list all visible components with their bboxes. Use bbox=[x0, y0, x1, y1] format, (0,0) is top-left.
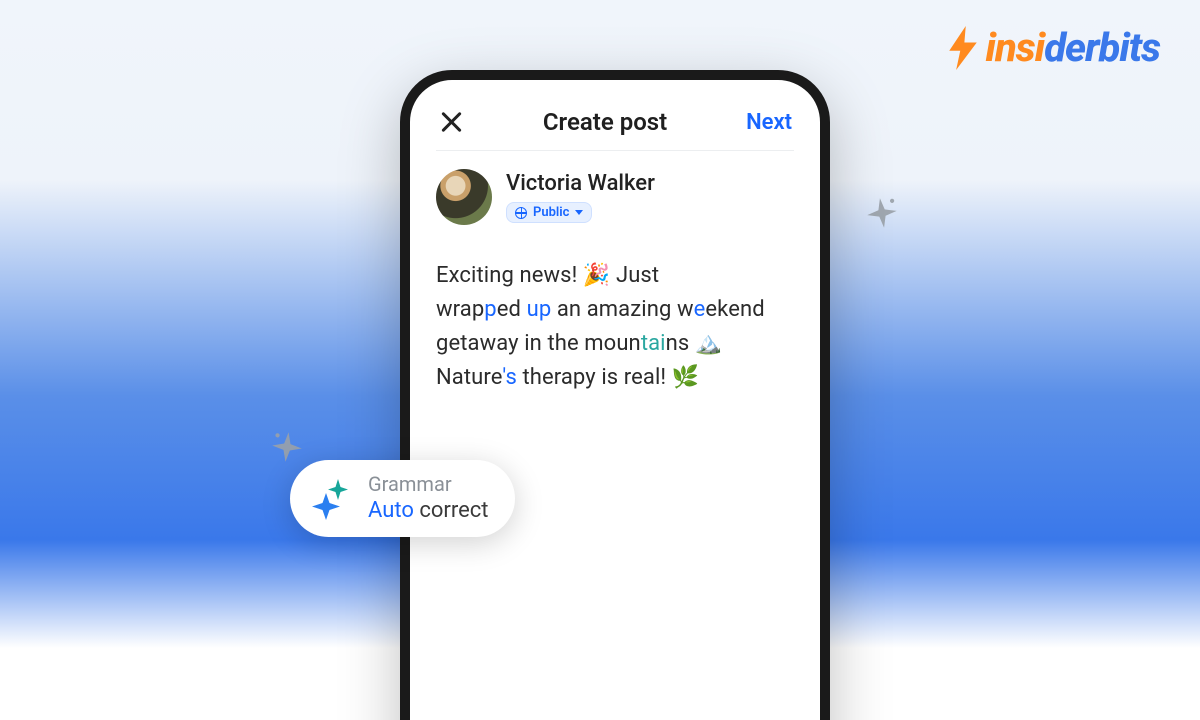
brand-logo: insiderbits bbox=[946, 24, 1160, 71]
sparkle-cluster-icon bbox=[308, 475, 354, 521]
close-icon[interactable] bbox=[438, 109, 464, 135]
brand-text-a: insi bbox=[986, 24, 1045, 71]
brand-text-c: bits bbox=[1099, 24, 1160, 71]
compose-topbar: Create post Next bbox=[436, 102, 794, 151]
grammar-suggestion-bubble[interactable]: Grammar Auto correct bbox=[290, 460, 515, 537]
audience-selector[interactable]: Public bbox=[506, 202, 592, 223]
promo-canvas: insiderbits Create post Next Victoria Wa… bbox=[0, 0, 1200, 720]
next-button[interactable]: Next bbox=[746, 110, 792, 135]
avatar[interactable] bbox=[436, 169, 492, 225]
bubble-label-auto: Auto bbox=[368, 498, 414, 523]
author-row: Victoria Walker Public bbox=[436, 151, 794, 233]
post-text-input[interactable]: Exciting news! 🎉 Justwrapped up an amazi… bbox=[436, 233, 794, 395]
bubble-text: Grammar Auto correct bbox=[368, 472, 489, 525]
sparkle-icon bbox=[268, 428, 305, 465]
chevron-down-icon bbox=[575, 210, 583, 215]
author-name: Victoria Walker bbox=[506, 171, 655, 196]
bolt-icon bbox=[946, 26, 980, 70]
bubble-label-grammar: Grammar bbox=[368, 472, 489, 497]
audience-label: Public bbox=[533, 205, 569, 220]
phone-frame: Create post Next Victoria Walker Public … bbox=[400, 70, 830, 720]
sparkle-icon bbox=[863, 194, 901, 232]
brand-text-b: der bbox=[1044, 24, 1098, 71]
phone-screen: Create post Next Victoria Walker Public … bbox=[410, 80, 820, 720]
globe-icon bbox=[515, 207, 527, 219]
page-title: Create post bbox=[543, 108, 667, 136]
bubble-label-correct: correct bbox=[414, 498, 489, 523]
